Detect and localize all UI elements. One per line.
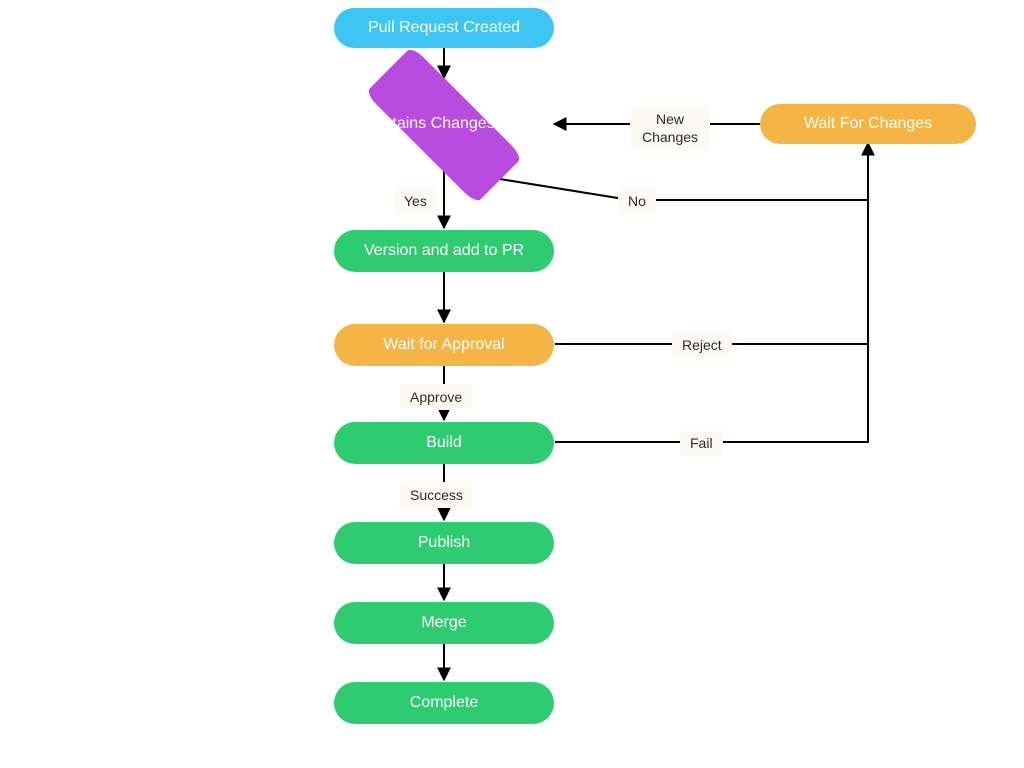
edge-label-reject: Reject (672, 332, 732, 358)
node-label: Build (426, 434, 462, 452)
edge-label-new-changes: New Changes (630, 106, 710, 150)
node-version-and-add-to-pr: Version and add to PR (334, 230, 554, 272)
node-wait-for-changes: Wait For Changes (760, 104, 976, 144)
node-label: Merge (421, 614, 466, 632)
edge-label-approve: Approve (400, 384, 472, 410)
node-wait-for-approval: Wait for Approval (334, 324, 554, 366)
node-label: Wait for Approval (383, 336, 504, 354)
edge-label-success: Success (400, 482, 473, 508)
node-label: Wait For Changes (804, 115, 932, 133)
edge-label-no: No (618, 188, 656, 214)
node-complete: Complete (334, 682, 554, 724)
node-label: Complete (410, 694, 478, 712)
node-merge: Merge (334, 602, 554, 644)
node-contains-changesets-text: Contains Changesets? (356, 96, 532, 152)
node-build: Build (334, 422, 554, 464)
node-pull-request-created: Pull Request Created (334, 8, 554, 48)
edge-label-fail: Fail (680, 430, 723, 456)
node-label: Version and add to PR (364, 242, 524, 260)
node-publish: Publish (334, 522, 554, 564)
node-label: Contains Changesets? (363, 114, 525, 135)
node-label: Publish (418, 534, 470, 552)
node-label: Pull Request Created (368, 19, 520, 37)
edge-label-yes: Yes (394, 188, 437, 214)
